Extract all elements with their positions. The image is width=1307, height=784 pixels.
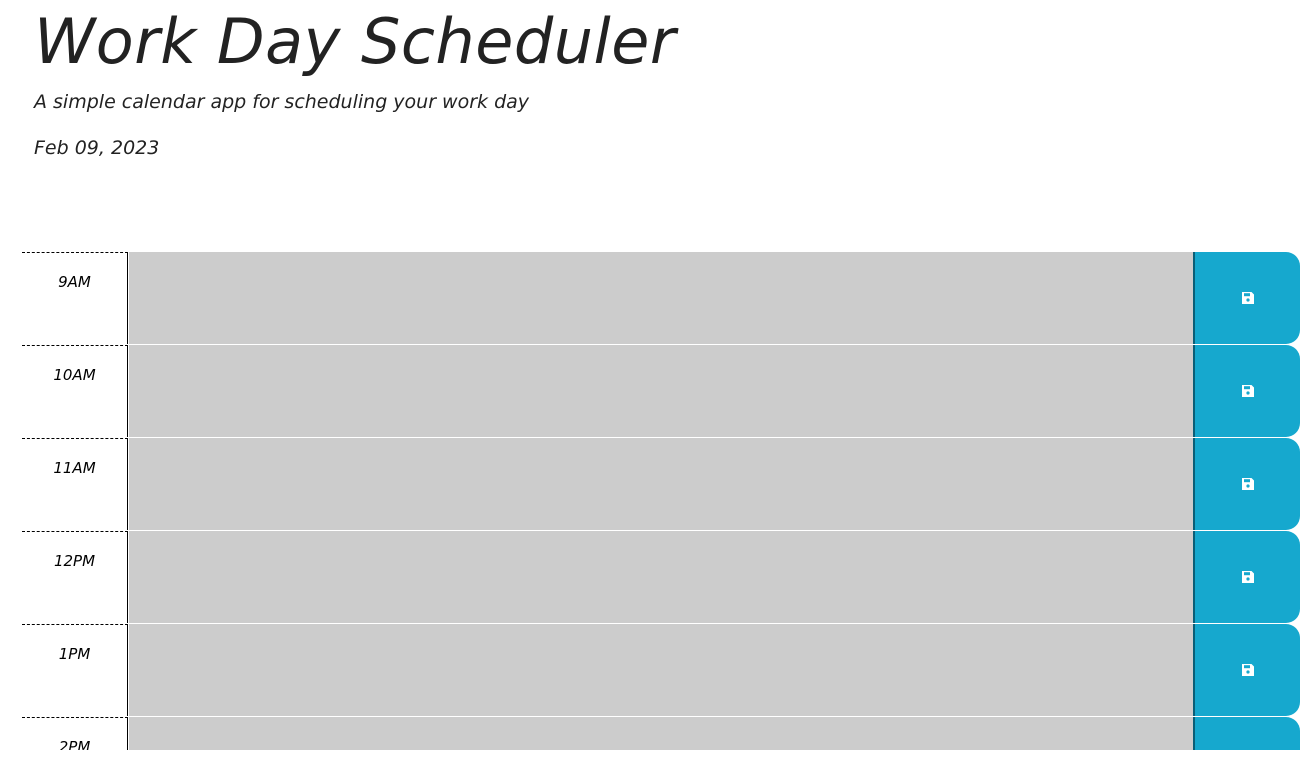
- description-textarea[interactable]: [129, 624, 1193, 716]
- page-title: Work Day Scheduler: [34, 5, 676, 78]
- save-button[interactable]: [1193, 717, 1300, 750]
- save-icon: [1241, 384, 1255, 398]
- hour-label: 1PM: [22, 624, 128, 716]
- scheduler-container: 9AM 10AM 11AM 12PM 1PM 2PM: [22, 252, 1300, 750]
- save-icon: [1241, 477, 1255, 491]
- hour-label: 9AM: [22, 252, 128, 344]
- save-button[interactable]: [1193, 438, 1300, 530]
- description-textarea[interactable]: [129, 438, 1193, 530]
- time-block-2pm: 2PM: [22, 717, 1300, 750]
- save-button[interactable]: [1193, 531, 1300, 623]
- save-icon: [1241, 291, 1255, 305]
- save-icon: [1241, 663, 1255, 677]
- time-block-12pm: 12PM: [22, 531, 1300, 624]
- time-block-9am: 9AM: [22, 252, 1300, 345]
- save-button[interactable]: [1193, 345, 1300, 437]
- time-block-1pm: 1PM: [22, 624, 1300, 717]
- description-textarea[interactable]: [129, 717, 1193, 750]
- save-button[interactable]: [1193, 624, 1300, 716]
- hour-label: 12PM: [22, 531, 128, 623]
- description-textarea[interactable]: [129, 252, 1193, 344]
- description-textarea[interactable]: [129, 531, 1193, 623]
- time-block-10am: 10AM: [22, 345, 1300, 438]
- hour-label: 11AM: [22, 438, 128, 530]
- page-subtitle: A simple calendar app for scheduling you…: [34, 91, 530, 113]
- save-icon: [1241, 570, 1255, 584]
- description-textarea[interactable]: [129, 345, 1193, 437]
- hour-label: 2PM: [22, 717, 128, 750]
- time-block-11am: 11AM: [22, 438, 1300, 531]
- current-date: Feb 09, 2023: [34, 137, 160, 159]
- hour-label: 10AM: [22, 345, 128, 437]
- save-button[interactable]: [1193, 252, 1300, 344]
